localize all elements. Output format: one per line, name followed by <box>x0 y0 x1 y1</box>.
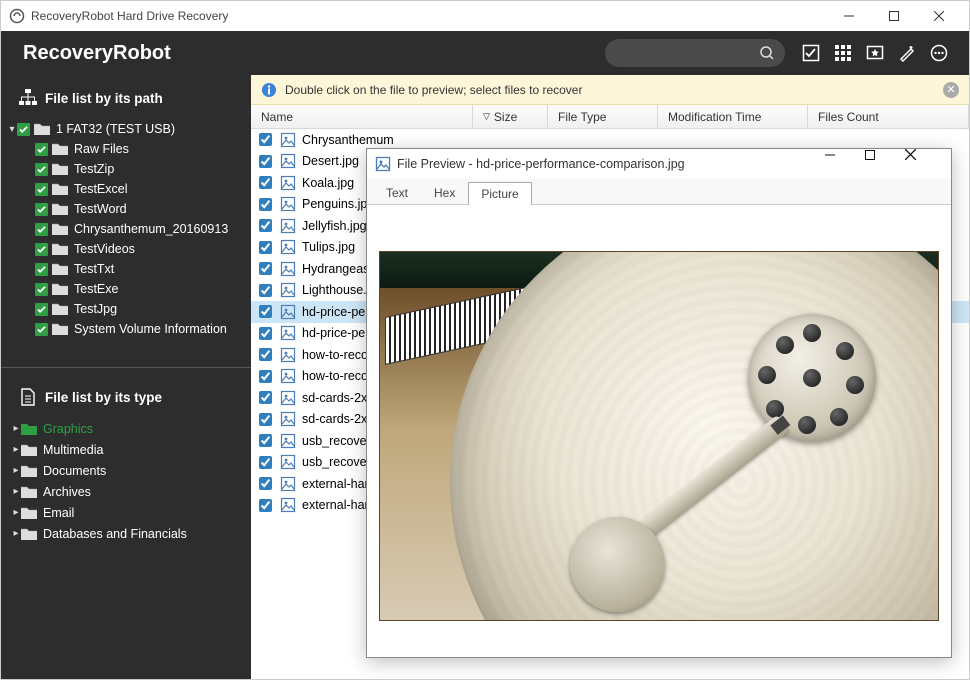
tree-item[interactable]: TestTxt <box>7 259 245 279</box>
window-title: RecoveryRobot Hard Drive Recovery <box>31 9 228 23</box>
more-icon[interactable] <box>925 39 953 67</box>
tree-item[interactable]: TestExcel <box>7 179 245 199</box>
grid-view-icon[interactable] <box>829 39 857 67</box>
search-input[interactable] <box>605 39 785 67</box>
type-item[interactable]: ▸Multimedia <box>11 439 243 460</box>
tree-item[interactable]: TestVideos <box>7 239 245 259</box>
preview-titlebar: File Preview - hd-price-performance-comp… <box>367 149 951 179</box>
preview-minimize-button[interactable] <box>825 149 865 179</box>
wand-icon[interactable] <box>893 39 921 67</box>
file-checkbox[interactable] <box>259 176 272 189</box>
col-name[interactable]: Name <box>251 105 473 128</box>
app-header: RecoveryRobot <box>1 31 969 75</box>
type-item[interactable]: ▸Archives <box>11 481 243 502</box>
info-bar: Double click on the file to preview; sel… <box>251 75 969 105</box>
file-checkbox[interactable] <box>259 499 272 512</box>
file-name: Koala.jpg <box>302 176 354 190</box>
tree-item[interactable]: TestExe <box>7 279 245 299</box>
file-name: Penguins.jpg <box>302 197 374 211</box>
type-item[interactable]: ▸Email <box>11 502 243 523</box>
file-checkbox[interactable] <box>259 477 272 490</box>
column-headers[interactable]: Name ▽Size File Type Modification Time F… <box>251 105 969 129</box>
file-checkbox[interactable] <box>259 370 272 383</box>
file-checkbox[interactable] <box>259 348 272 361</box>
window-minimize-button[interactable] <box>826 1 871 31</box>
info-icon <box>261 82 277 98</box>
search-icon <box>759 45 775 61</box>
tree-item[interactable]: Chrysanthemum_20160913 <box>7 219 245 239</box>
preview-title: File Preview - hd-price-performance-comp… <box>397 157 685 171</box>
file-checkbox[interactable] <box>259 327 272 340</box>
file-checkbox[interactable] <box>259 284 272 297</box>
file-checkbox[interactable] <box>259 413 272 426</box>
preview-close-button[interactable] <box>905 149 945 179</box>
file-name: Jellyfish.jpg <box>302 219 367 233</box>
file-checkbox[interactable] <box>259 262 272 275</box>
tab-hex[interactable]: Hex <box>421 181 468 204</box>
col-filetype[interactable]: File Type <box>548 105 658 128</box>
favorite-icon[interactable] <box>861 39 889 67</box>
tree-root[interactable]: ▾1 FAT32 (TEST USB) <box>7 119 245 139</box>
section-path-title: File list by its path <box>1 75 251 117</box>
tree-icon <box>19 89 37 107</box>
file-checkbox[interactable] <box>259 456 272 469</box>
preview-image <box>379 251 939 621</box>
file-checkbox[interactable] <box>259 198 272 211</box>
type-item[interactable]: ▸Documents <box>11 460 243 481</box>
file-name: Tulips.jpg <box>302 240 355 254</box>
preview-tabs: Text Hex Picture <box>367 179 951 205</box>
file-checkbox[interactable] <box>259 305 272 318</box>
type-item[interactable]: ▸Graphics <box>11 418 243 439</box>
tree-item[interactable]: TestJpg <box>7 299 245 319</box>
window-close-button[interactable] <box>916 1 961 31</box>
brand-label: RecoveryRobot <box>23 42 171 65</box>
image-file-icon <box>375 156 391 172</box>
tab-text[interactable]: Text <box>373 181 421 204</box>
file-checkbox[interactable] <box>259 434 272 447</box>
col-modtime[interactable]: Modification Time <box>658 105 808 128</box>
path-tree[interactable]: ▾1 FAT32 (TEST USB)Raw FilesTestZipTestE… <box>1 117 251 347</box>
col-size[interactable]: ▽Size <box>473 105 548 128</box>
info-close-button[interactable]: ✕ <box>943 82 959 98</box>
tree-item[interactable]: Raw Files <box>7 139 245 159</box>
preview-body <box>367 205 951 657</box>
type-item[interactable]: ▸Databases and Financials <box>11 523 243 544</box>
file-name: Desert.jpg <box>302 154 359 168</box>
app-icon <box>9 8 25 24</box>
file-checkbox[interactable] <box>259 391 272 404</box>
sidebar: File list by its path ▾1 FAT32 (TEST USB… <box>1 75 251 679</box>
file-checkbox[interactable] <box>259 155 272 168</box>
window-titlebar: RecoveryRobot Hard Drive Recovery <box>1 1 969 31</box>
preview-maximize-button[interactable] <box>865 149 905 179</box>
info-text: Double click on the file to preview; sel… <box>285 83 582 97</box>
tree-item[interactable]: TestZip <box>7 159 245 179</box>
file-checkbox[interactable] <box>259 241 272 254</box>
tree-item[interactable]: TestWord <box>7 199 245 219</box>
file-name: Chrysanthemum <box>302 133 394 147</box>
col-filescount[interactable]: Files Count <box>808 105 969 128</box>
file-checkbox[interactable] <box>259 133 272 146</box>
type-list[interactable]: ▸Graphics▸Multimedia▸Documents▸Archives▸… <box>1 416 251 552</box>
section-type-title: File list by its type <box>1 374 251 416</box>
check-tool-icon[interactable] <box>797 39 825 67</box>
window-maximize-button[interactable] <box>871 1 916 31</box>
doc-icon <box>19 388 37 406</box>
tree-item[interactable]: System Volume Information <box>7 319 245 339</box>
file-checkbox[interactable] <box>259 219 272 232</box>
tab-picture[interactable]: Picture <box>468 182 531 205</box>
preview-window: File Preview - hd-price-performance-comp… <box>366 148 952 658</box>
